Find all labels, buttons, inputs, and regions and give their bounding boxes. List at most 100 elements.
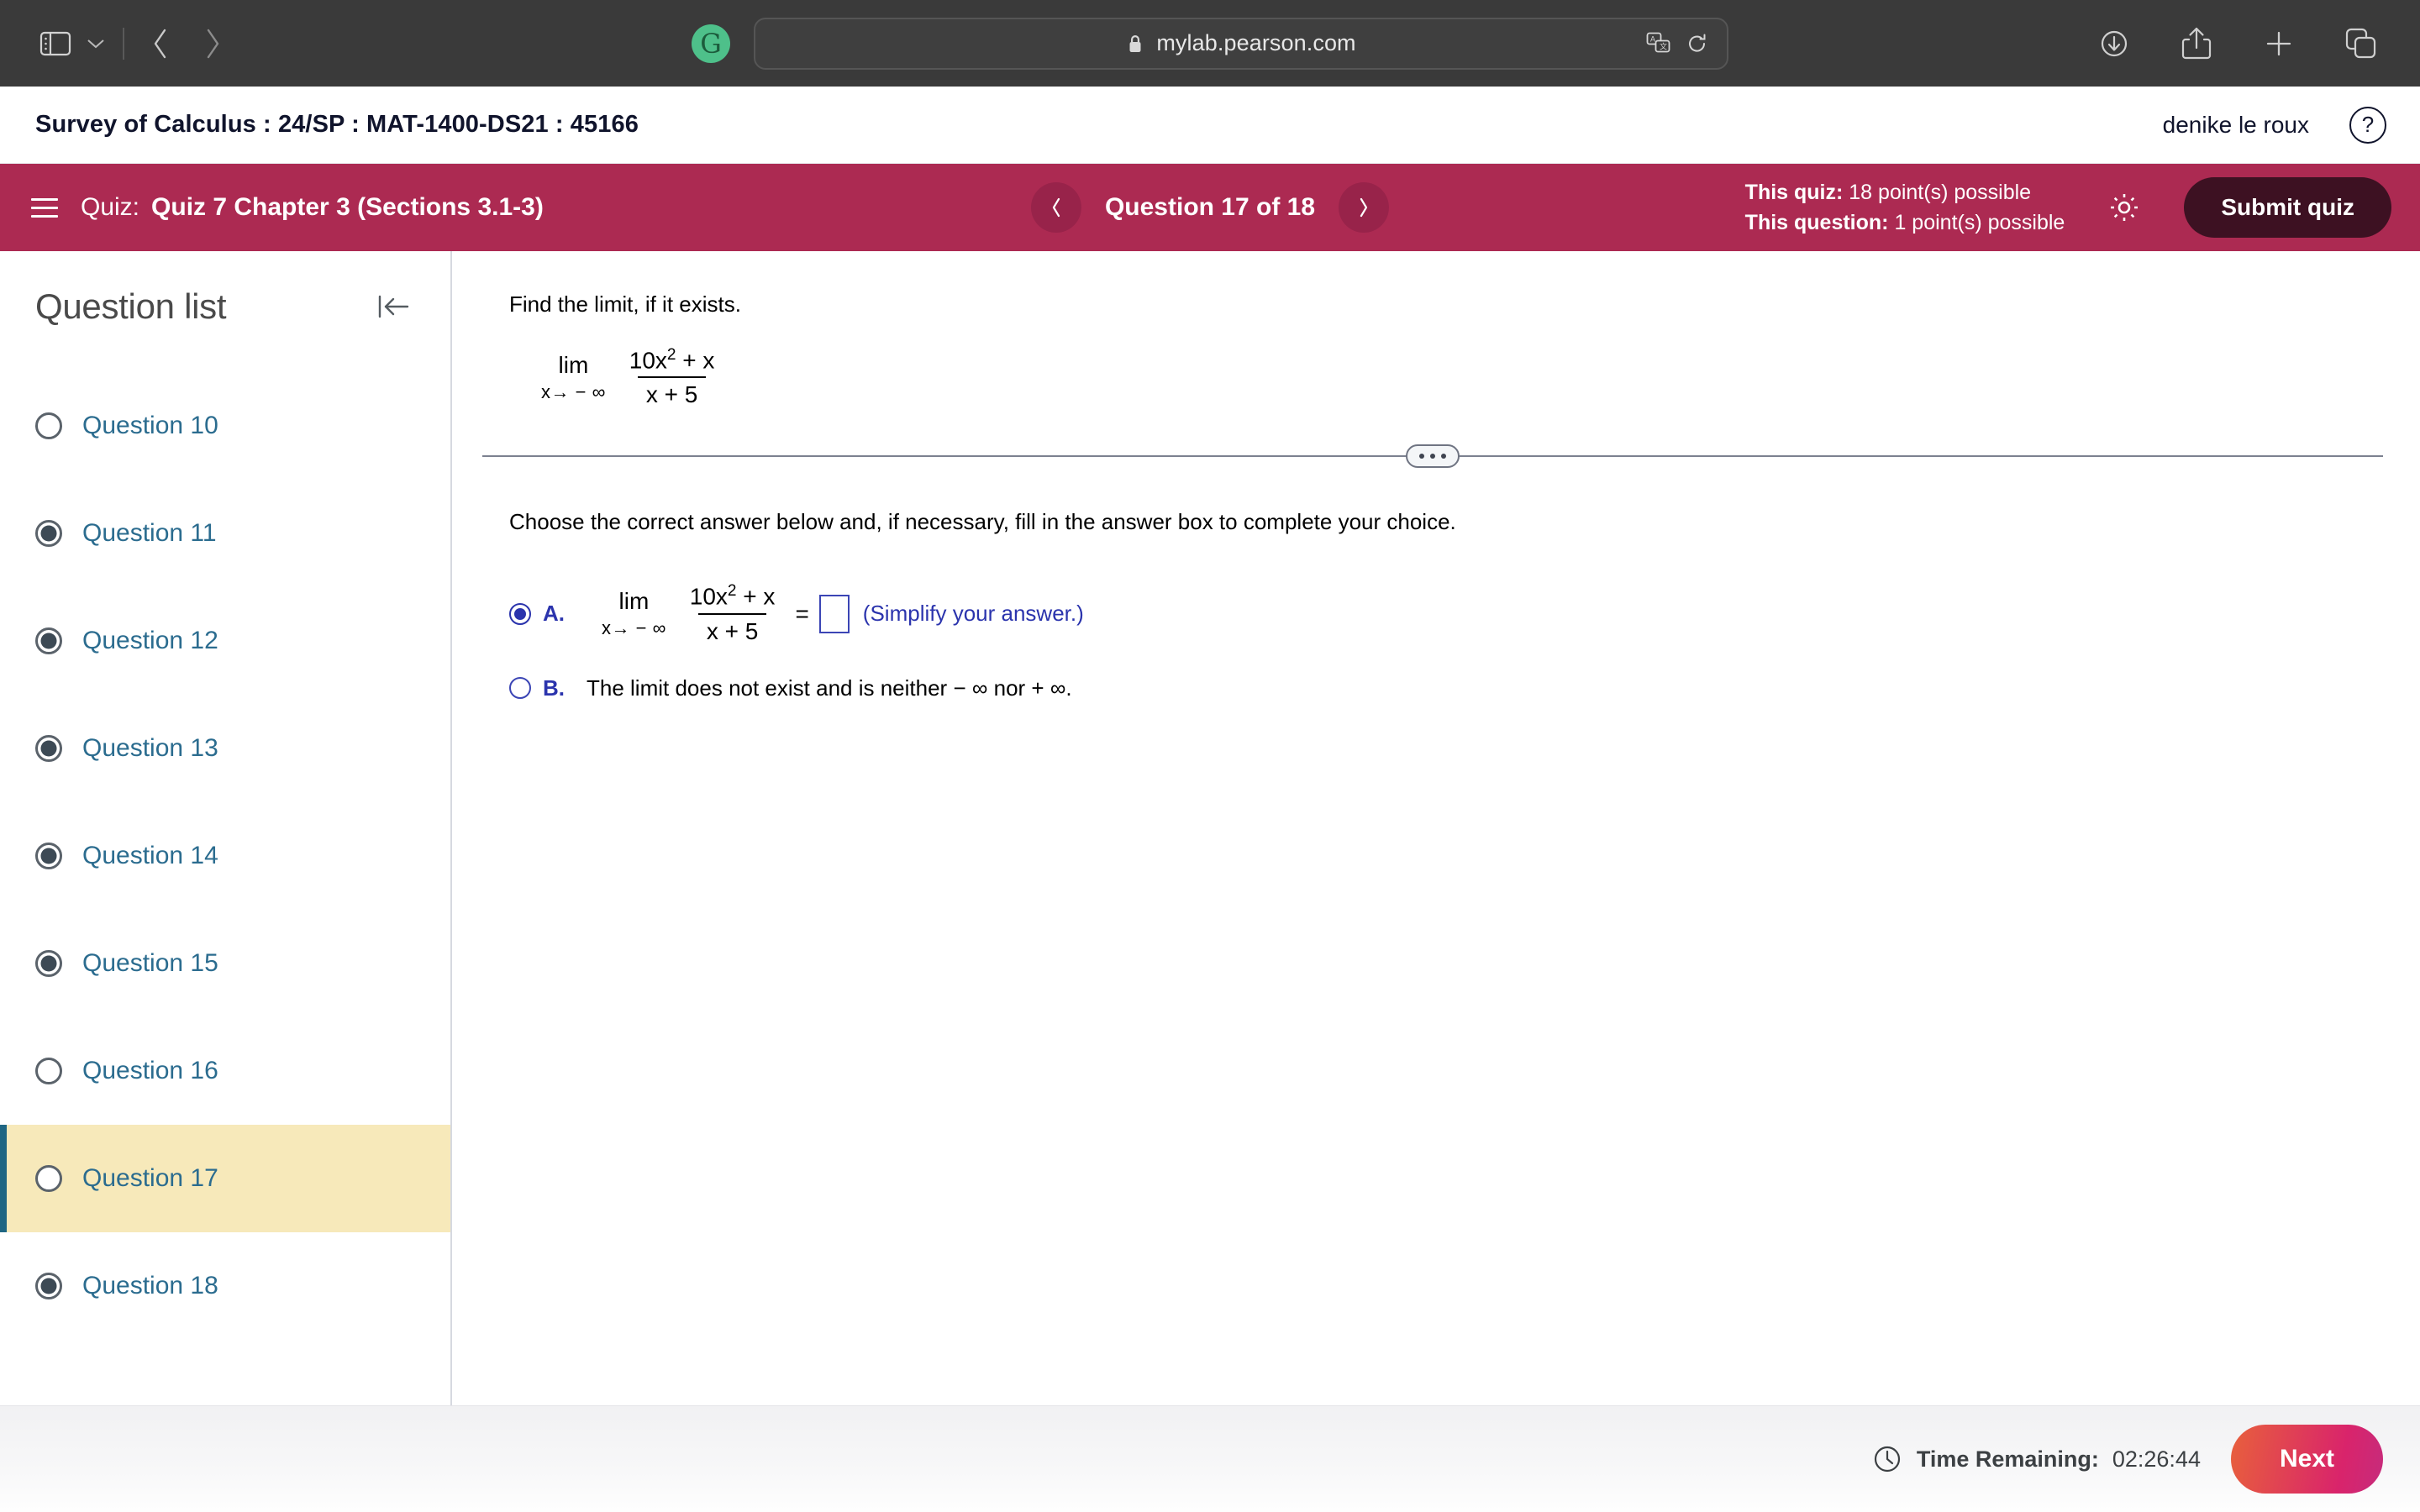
hamburger-menu-icon[interactable]	[17, 180, 72, 235]
question-panel: Find the limit, if it exists. lim x→ − ∞…	[452, 251, 2420, 1512]
new-tab-icon[interactable]	[2257, 22, 2301, 66]
tab-overview-icon[interactable]	[2339, 22, 2383, 66]
course-header-right: denike le roux ?	[2163, 106, 2386, 144]
address-bar-actions: A 文	[1646, 32, 1708, 55]
chevron-down-icon[interactable]	[79, 27, 113, 60]
expand-dots-icon[interactable]	[1406, 444, 1460, 469]
quiz-toolbar-right: This quiz: 18 point(s) possible This que…	[1745, 177, 2391, 239]
quiz-toolbar: Quiz: Quiz 7 Chapter 3 (Sections 3.1-3) …	[0, 164, 2420, 251]
question-list-item[interactable]: Question 16	[0, 1017, 450, 1125]
collapse-left-icon[interactable]	[370, 283, 417, 330]
answer-choice-a[interactable]: A. lim x→ − ∞ 10x2 + x x + 5 = (Simplify…	[509, 582, 2383, 644]
quiz-points-label: This quiz:	[1744, 180, 1844, 204]
limit-lim-text-a: lim	[618, 588, 650, 615]
page-title: Survey of Calculus : 24/SP : MAT-1400-DS…	[35, 111, 639, 138]
answered-indicator-icon	[35, 520, 62, 547]
question-list-item-label: Question 18	[82, 1272, 218, 1299]
question-list-header: Question list	[0, 251, 450, 330]
quiz-label: Quiz:	[81, 193, 140, 221]
fraction: 10x2 + x x + 5	[621, 346, 723, 408]
points-summary: This quiz: 18 point(s) possible This que…	[1745, 177, 2065, 239]
browser-actions	[2092, 22, 2383, 66]
browser-address-area: G mylab.pearson.com A 文	[664, 17, 1756, 70]
question-list-item-label: Question 15	[82, 949, 218, 977]
question-list-item[interactable]: Question 13	[0, 695, 450, 802]
address-bar[interactable]: mylab.pearson.com A 文	[754, 17, 1728, 70]
question-list-item[interactable]: Question 11	[0, 480, 450, 587]
previous-question-button[interactable]	[1030, 182, 1081, 233]
answered-indicator-icon	[35, 843, 62, 869]
submit-quiz-button[interactable]: Submit quiz	[2184, 177, 2391, 238]
fraction-a-denominator: x + 5	[697, 612, 767, 645]
question-list-item[interactable]: Question 17	[0, 1125, 450, 1232]
time-remaining-value: 02:26:44	[2112, 1446, 2201, 1472]
question-list-item-label: Question 17	[82, 1164, 218, 1192]
question-list-item[interactable]: Question 18	[0, 1232, 450, 1340]
answer-choice-b-letter: B.	[543, 675, 565, 701]
next-button[interactable]: Next	[2230, 1425, 2383, 1494]
browser-toolbar: G mylab.pearson.com A 文	[0, 0, 2420, 87]
next-question-button[interactable]	[1339, 182, 1390, 233]
question-list-item[interactable]: Question 10	[0, 372, 450, 480]
user-name[interactable]: denike le roux	[2163, 112, 2309, 139]
question-list-item-label: Question 11	[82, 519, 217, 547]
unanswered-indicator-icon	[35, 1058, 62, 1084]
simplify-note: (Simplify your answer.)	[862, 601, 1084, 627]
answer-choice-a-radio[interactable]	[509, 602, 531, 625]
question-list-item-label: Question 13	[82, 734, 218, 762]
share-icon[interactable]	[2175, 22, 2218, 66]
question-navigation: Question 17 of 18	[1030, 182, 1390, 233]
limit-lim-text: lim	[558, 351, 589, 378]
answer-choice-b[interactable]: B. The limit does not exist and is neith…	[509, 675, 2383, 701]
course-header: Survey of Calculus : 24/SP : MAT-1400-DS…	[0, 87, 2420, 164]
lock-icon	[1126, 33, 1144, 55]
limit-subscript: x→ − ∞	[541, 381, 606, 402]
question-list-sidebar: Question list Question 10 Question 11 Ques…	[0, 251, 452, 1405]
time-remaining-label: Time Remaining:	[1916, 1446, 2099, 1472]
help-icon[interactable]: ?	[2349, 106, 2386, 144]
answer-input-box[interactable]	[818, 594, 850, 633]
answer-choice-b-text: The limit does not exist and is neither …	[587, 675, 1072, 701]
quiz-points-value: 18 point(s) possible	[1849, 180, 2032, 204]
question-list: Question 10 Question 11 Question 12 Questio…	[0, 372, 450, 1340]
address-bar-content: mylab.pearson.com	[1126, 30, 1356, 56]
forward-chevron-icon[interactable]	[187, 18, 239, 70]
sidebar-toggle-icon[interactable]	[37, 27, 74, 60]
question-list-item-label: Question 12	[82, 627, 218, 654]
downloads-icon[interactable]	[2092, 22, 2136, 66]
question-points-label: This question:	[1744, 211, 1889, 234]
answer-choice-a-body: lim x→ − ∞ 10x2 + x x + 5 = (Simplify yo…	[587, 582, 1084, 644]
limit-operator: lim x→ − ∞	[541, 351, 606, 402]
question-points-value: 1 point(s) possible	[1894, 211, 2065, 234]
back-chevron-icon[interactable]	[134, 18, 187, 70]
svg-text:A: A	[1650, 34, 1655, 43]
answered-indicator-icon	[35, 950, 62, 977]
quiz-points-line: This quiz: 18 point(s) possible	[1745, 177, 2065, 207]
choose-instruction: Choose the correct answer below and, if …	[509, 509, 1456, 535]
clock-icon	[1871, 1443, 1903, 1475]
extension-badge-icon[interactable]: G	[692, 24, 730, 63]
section-divider	[482, 442, 2383, 470]
limit-operator-a: lim x→ − ∞	[602, 590, 666, 638]
equals-sign: =	[795, 600, 809, 627]
unanswered-indicator-icon	[35, 412, 62, 439]
question-list-item[interactable]: Question 14	[0, 802, 450, 910]
question-prompt: Find the limit, if it exists.	[509, 291, 741, 317]
question-list-item-label: Question 16	[82, 1057, 218, 1084]
question-list-item[interactable]: Question 15	[0, 910, 450, 1017]
question-list-item[interactable]: Question 12	[0, 587, 450, 695]
answer-choice-a-letter: A.	[543, 601, 565, 627]
toolbar-divider	[123, 27, 124, 60]
quiz-name: Quiz 7 Chapter 3 (Sections 3.1-3)	[151, 193, 544, 221]
question-counter: Question 17 of 18	[1104, 193, 1316, 221]
answered-indicator-icon	[35, 735, 62, 762]
question-list-item-label: Question 10	[82, 412, 218, 439]
answer-choice-b-radio[interactable]	[509, 677, 531, 700]
fraction-a: 10x2 + x x + 5	[681, 582, 784, 644]
time-remaining-group: Time Remaining: 02:26:44	[1871, 1443, 2201, 1475]
quiz-footer: Time Remaining: 02:26:44 Next	[0, 1405, 2420, 1512]
answered-indicator-icon	[35, 627, 62, 654]
reload-icon[interactable]	[1686, 32, 1708, 55]
translate-icon[interactable]: A 文	[1646, 32, 1671, 55]
gear-icon[interactable]	[2102, 185, 2147, 230]
